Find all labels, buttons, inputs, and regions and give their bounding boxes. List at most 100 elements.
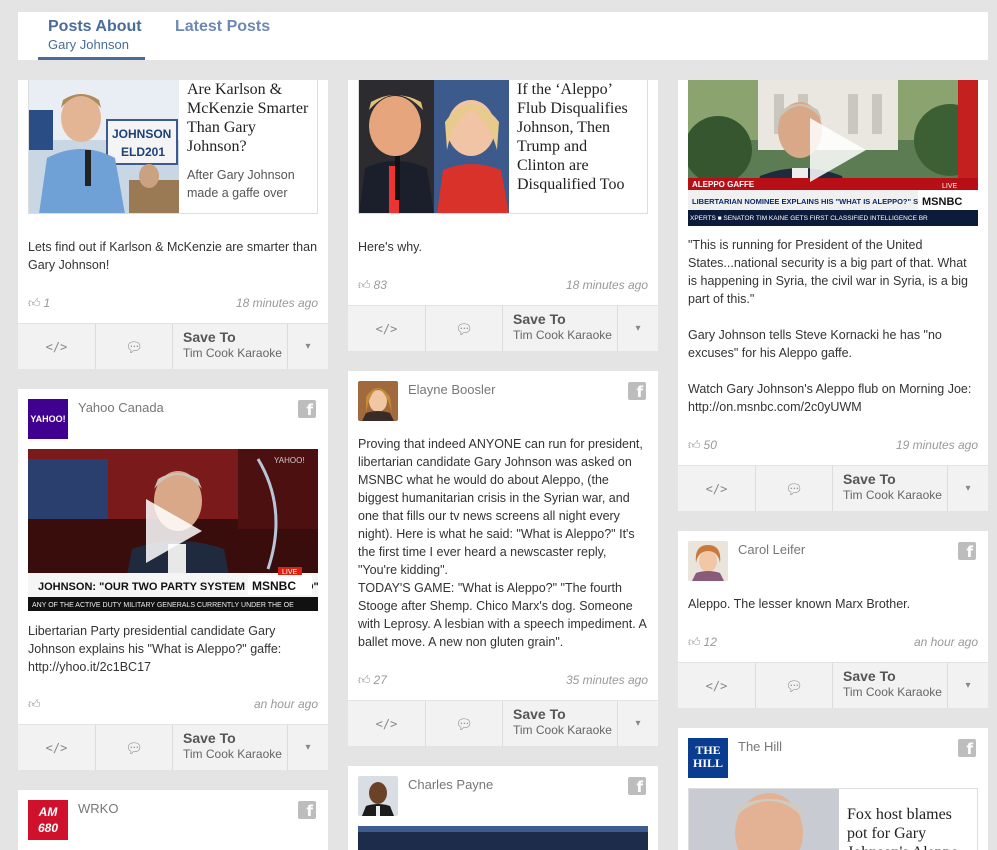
source-logo: THE HILL bbox=[688, 738, 728, 778]
embed-button[interactable]: </> bbox=[18, 324, 96, 369]
link-thumbnail bbox=[689, 789, 839, 850]
save-target: Tim Cook Karaoke bbox=[843, 488, 942, 502]
save-to-label: Save To bbox=[843, 471, 896, 487]
live-badge: LIVE bbox=[282, 569, 298, 576]
comment-button[interactable]: 💬︎ bbox=[756, 466, 833, 511]
post-text: Lets find out if Karlson & McKenzie are … bbox=[28, 240, 318, 272]
avatar[interactable] bbox=[358, 381, 398, 421]
facebook-icon: f bbox=[298, 400, 316, 419]
post-meta: 👍︎ 1 18 minutes ago bbox=[28, 296, 318, 312]
post-text-2: Gary Johnson tells Steve Kornacki he has… bbox=[688, 328, 942, 360]
save-target: Tim Cook Karaoke bbox=[183, 747, 282, 761]
link-preview[interactable]: Fox host blames pot for Gary Johnson's A… bbox=[688, 788, 978, 850]
post-card-yahoo: YAHOO! Yahoo Canada f JOHNSON: "OUR TWO … bbox=[18, 389, 328, 770]
save-to-button[interactable]: Save To Tim Cook Karaoke bbox=[833, 466, 948, 511]
post-text: Proving that indeed ANYONE can run for p… bbox=[358, 437, 643, 577]
embed-button[interactable]: </> bbox=[18, 725, 96, 770]
source-name[interactable]: Charles Payne bbox=[408, 777, 493, 792]
like-count[interactable]: 👍︎ 1 bbox=[28, 296, 50, 311]
post-meta: 👍︎ 50 19 minutes ago bbox=[688, 438, 978, 454]
embed-button[interactable]: </> bbox=[678, 466, 756, 511]
save-to-button[interactable]: Save To Tim Cook Karaoke bbox=[173, 725, 288, 770]
like-count[interactable]: 👍︎ 83 bbox=[358, 278, 387, 293]
comment-button[interactable]: 💬︎ bbox=[426, 306, 503, 351]
post-time: an hour ago bbox=[253, 697, 318, 711]
action-bar: </> 💬︎ Save To Tim Cook Karaoke ▾ bbox=[348, 305, 658, 351]
thumbs-up-icon: 👍︎ bbox=[688, 635, 701, 649]
source-name[interactable]: WRKO bbox=[78, 801, 118, 816]
link-thumbnail bbox=[359, 80, 509, 213]
post-text: Here's why. bbox=[358, 240, 422, 254]
save-dropdown-button[interactable]: ▾ bbox=[288, 725, 328, 770]
source-logo: YAHOO! bbox=[28, 399, 68, 439]
speech-bubble-icon: 💬︎ bbox=[455, 716, 473, 732]
link-title: Are Karlson & McKenzie Smarter Than Gary… bbox=[187, 81, 309, 155]
comment-button[interactable]: 💬︎ bbox=[756, 663, 833, 708]
link-title: Fox host blames pot for Gary Johnson's A… bbox=[847, 806, 959, 850]
source-name[interactable]: Elayne Boosler bbox=[408, 382, 495, 397]
like-count[interactable]: 👍︎ bbox=[28, 697, 44, 712]
save-to-button[interactable]: Save To Tim Cook Karaoke bbox=[503, 306, 618, 351]
play-icon[interactable] bbox=[146, 499, 202, 563]
comment-button[interactable]: 💬︎ bbox=[96, 725, 173, 770]
save-to-button[interactable]: Save To Tim Cook Karaoke bbox=[833, 663, 948, 708]
video-thumbnail-top bbox=[358, 826, 648, 832]
link-preview[interactable]: JOHNSON ELD201 Are Karlson & McKenzie Sm… bbox=[28, 80, 318, 214]
post-card-karlson: JOHNSON ELD201 Are Karlson & McKenzie Sm… bbox=[18, 80, 328, 369]
video-thumbnail[interactable] bbox=[358, 826, 648, 850]
post-meta: 👍︎ an hour ago bbox=[28, 697, 318, 713]
chevron-down-icon: ▾ bbox=[635, 718, 641, 729]
post-card-boosler: Elayne Boosler f Proving that indeed ANY… bbox=[348, 371, 658, 746]
like-count[interactable]: 👍︎ 50 bbox=[688, 438, 717, 453]
link-description: After Gary Johnson made a gaffe over bbox=[187, 168, 295, 200]
save-to-label: Save To bbox=[843, 668, 896, 684]
svg-text:ELD201: ELD201 bbox=[121, 145, 165, 159]
embed-button[interactable]: </> bbox=[348, 701, 426, 746]
save-to-button[interactable]: Save To Tim Cook Karaoke bbox=[503, 701, 618, 746]
tab-posts-about[interactable]: Posts About Gary Johnson bbox=[38, 18, 145, 60]
video-tag: ALEPPO GAFFE bbox=[692, 180, 755, 189]
tab-latest-posts[interactable]: Latest Posts bbox=[175, 18, 270, 36]
action-bar: </> 💬︎ Save To Tim Cook Karaoke ▾ bbox=[678, 662, 988, 708]
speech-bubble-icon: 💬︎ bbox=[785, 481, 803, 497]
facebook-icon: f bbox=[958, 739, 976, 758]
thumbs-up-icon: 👍︎ bbox=[28, 697, 41, 711]
embed-button[interactable]: </> bbox=[348, 306, 426, 351]
avatar[interactable] bbox=[358, 776, 398, 816]
thumbs-up-icon: 👍︎ bbox=[688, 438, 701, 452]
speech-bubble-icon: 💬︎ bbox=[455, 321, 473, 337]
source-name[interactable]: The Hill bbox=[738, 739, 782, 754]
speech-bubble-icon: 💬︎ bbox=[785, 678, 803, 694]
comment-button[interactable]: 💬︎ bbox=[96, 324, 173, 369]
play-icon[interactable] bbox=[810, 118, 866, 182]
post-time: 18 minutes ago bbox=[235, 296, 318, 310]
post-time: 19 minutes ago bbox=[895, 438, 978, 452]
video-player[interactable]: JOHNSON: "OUR TWO PARTY SYSTEM HAS FAILE… bbox=[28, 449, 318, 611]
post-meta: 👍︎ 12 an hour ago bbox=[688, 635, 978, 651]
post-card-payne: Charles Payne f bbox=[348, 766, 658, 850]
like-count[interactable]: 👍︎ 12 bbox=[688, 635, 717, 650]
save-dropdown-button[interactable]: ▾ bbox=[288, 324, 328, 369]
avatar[interactable] bbox=[688, 541, 728, 581]
embed-button[interactable]: </> bbox=[678, 663, 756, 708]
save-dropdown-button[interactable]: ▾ bbox=[948, 663, 988, 708]
comment-button[interactable]: 💬︎ bbox=[426, 701, 503, 746]
video-player[interactable]: ALEPPO GAFFE LIBERTARIAN NOMINEE EXPLAIN… bbox=[688, 80, 978, 226]
source-name[interactable]: Yahoo Canada bbox=[78, 400, 164, 415]
post-time: 18 minutes ago bbox=[565, 278, 648, 292]
save-dropdown-button[interactable]: ▾ bbox=[618, 306, 658, 351]
facebook-icon: f bbox=[628, 777, 646, 796]
speech-bubble-icon: 💬︎ bbox=[125, 339, 143, 355]
link-preview[interactable]: If the ‘Aleppo’ Flub Disqualifies Johnso… bbox=[358, 80, 648, 214]
save-dropdown-button[interactable]: ▾ bbox=[618, 701, 658, 746]
source-name[interactable]: Carol Leifer bbox=[738, 542, 805, 557]
post-card-wrko: AM 680 WRKO f bbox=[18, 790, 328, 850]
speech-bubble-icon: 💬︎ bbox=[125, 740, 143, 756]
like-count[interactable]: 👍︎ 27 bbox=[358, 673, 387, 688]
chevron-down-icon: ▾ bbox=[305, 341, 311, 352]
network-logo: MSNBC bbox=[252, 579, 296, 593]
save-dropdown-button[interactable]: ▾ bbox=[948, 466, 988, 511]
save-to-button[interactable]: Save To Tim Cook Karaoke bbox=[173, 324, 288, 369]
post-meta: 👍︎ 27 35 minutes ago bbox=[358, 673, 648, 689]
chevron-down-icon: ▾ bbox=[965, 483, 971, 494]
